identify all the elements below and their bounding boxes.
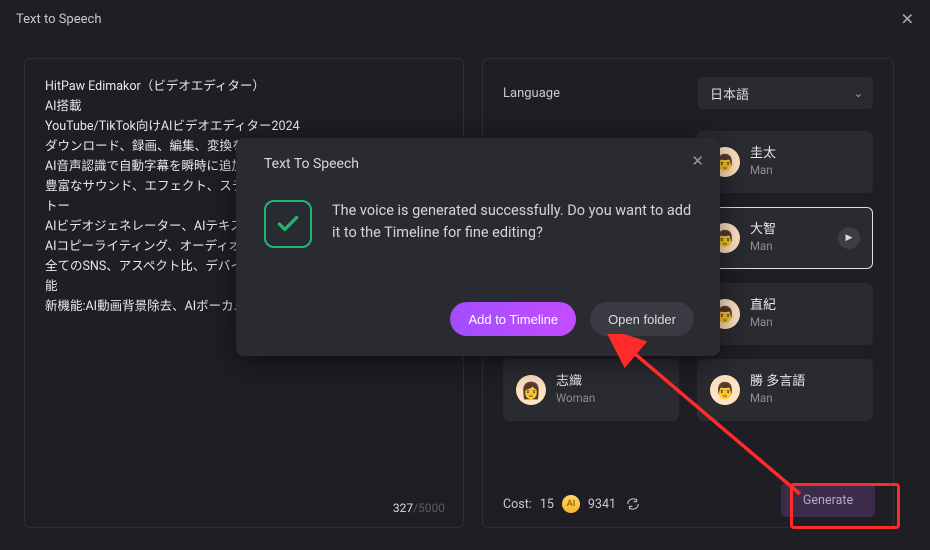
voice-card[interactable]: 👩 志織 Woman <box>503 359 679 421</box>
voice-gender: Man <box>750 162 776 178</box>
cost-value: 15 <box>540 497 554 512</box>
window-title: Text to Speech <box>16 12 101 27</box>
cost-label: Cost: <box>503 497 532 512</box>
open-folder-button[interactable]: Open folder <box>590 302 694 336</box>
close-icon[interactable]: ✕ <box>901 10 914 29</box>
refresh-icon[interactable] <box>624 495 642 513</box>
voice-gender: Man <box>750 238 776 254</box>
voice-gender: Man <box>750 390 805 406</box>
voice-avatar: 👨 <box>710 375 740 405</box>
voice-name: 勝 多言語 <box>750 374 805 390</box>
voice-name: 大智 <box>750 222 776 238</box>
language-dropdown[interactable]: 日本語 ⌄ <box>698 77 873 109</box>
cost-row: Cost: 15 AI 9341 <box>503 495 642 513</box>
voice-avatar: 👩 <box>516 375 546 405</box>
add-to-timeline-button[interactable]: Add to Timeline <box>450 302 576 336</box>
dialog-close-icon[interactable]: ✕ <box>691 152 704 170</box>
success-dialog: Text To Speech ✕ The voice is generated … <box>236 138 720 356</box>
voice-name: 志織 <box>556 374 595 390</box>
voice-name: 圭太 <box>750 146 776 162</box>
voice-gender: Man <box>750 314 776 330</box>
generate-button[interactable]: Generate <box>781 483 875 517</box>
voice-card[interactable]: 👨 勝 多言語 Man <box>697 359 873 421</box>
balance-value: 9341 <box>588 497 616 512</box>
dialog-message: The voice is generated successfully. Do … <box>332 200 692 244</box>
char-used: 327 <box>393 501 413 515</box>
voice-card[interactable]: 👨 直紀 Man <box>697 283 873 345</box>
voice-gender: Woman <box>556 390 595 406</box>
char-counter: 327/5000 <box>393 501 445 515</box>
voice-card-selected[interactable]: 👨 大智 Man ▶ <box>697 207 873 269</box>
voice-card[interactable]: 👨 圭太 Man <box>697 131 873 193</box>
coin-icon: AI <box>562 495 580 513</box>
language-value: 日本語 <box>710 84 749 103</box>
voice-name: 直紀 <box>750 298 776 314</box>
dialog-title: Text To Speech <box>264 156 692 172</box>
language-label: Language <box>503 86 560 101</box>
play-icon[interactable]: ▶ <box>838 227 860 249</box>
success-check-icon <box>264 200 312 248</box>
char-max: /5000 <box>413 501 445 515</box>
chevron-down-icon: ⌄ <box>854 87 863 100</box>
